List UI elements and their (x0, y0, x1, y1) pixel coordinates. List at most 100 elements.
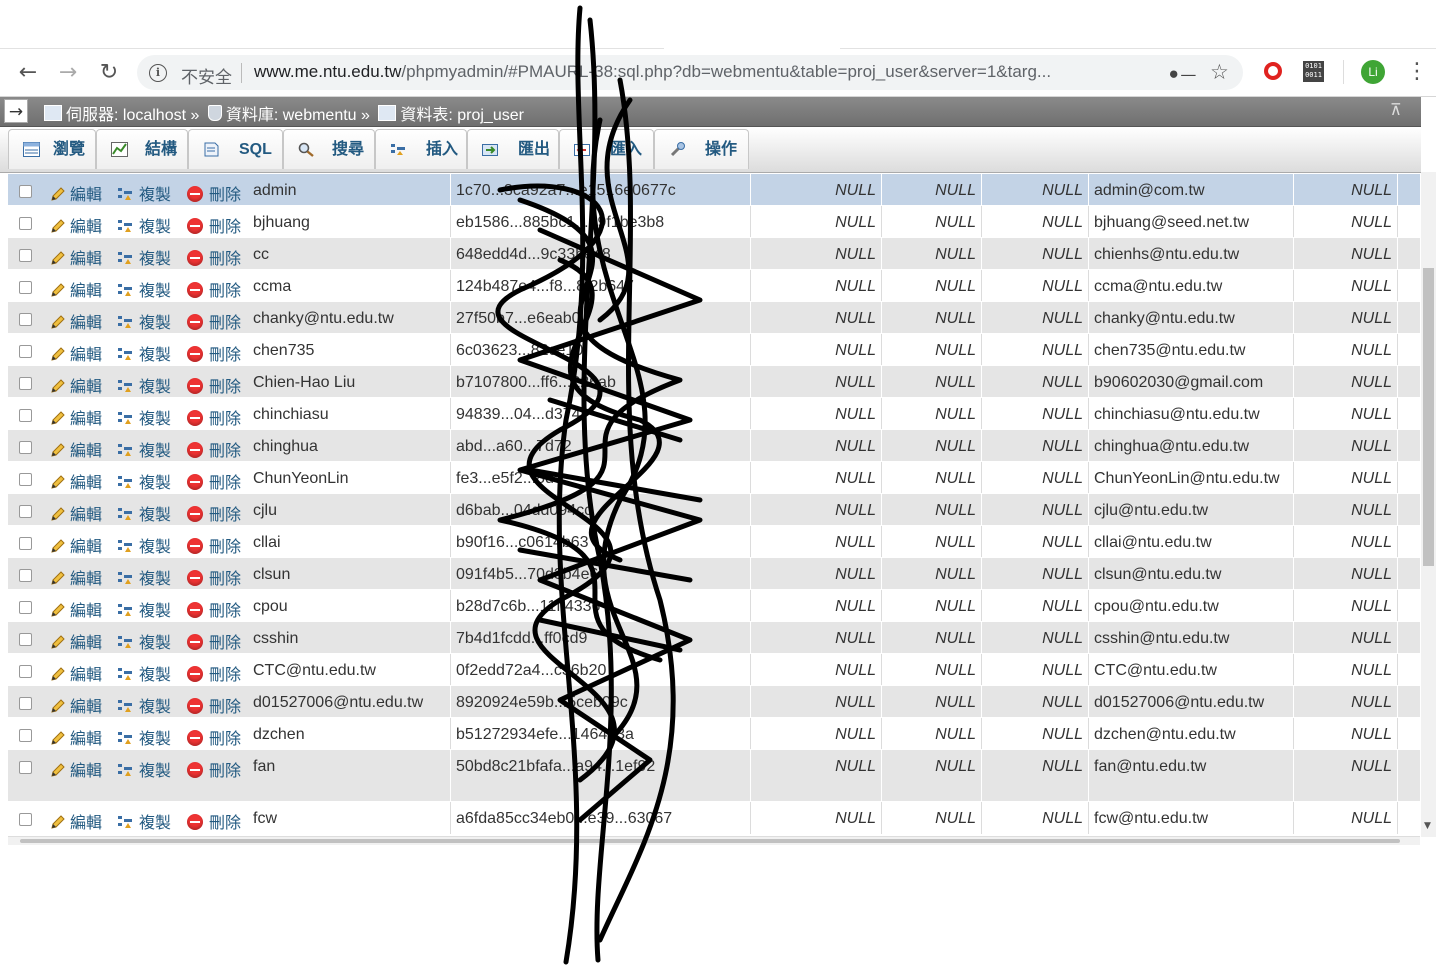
profile-avatar[interactable]: Li (1361, 60, 1385, 84)
email-cell[interactable]: b90602030@gmail.com (1089, 366, 1294, 398)
null-cell[interactable]: NULL (882, 270, 982, 302)
null-cell[interactable]: NULL (982, 750, 1089, 802)
null-cell[interactable]: NULL (1294, 494, 1398, 526)
null-cell[interactable]: NULL (751, 654, 882, 686)
null-cell[interactable]: NULL (751, 686, 882, 718)
copy-link[interactable]: 複製 (117, 405, 171, 429)
bookmark-star-icon[interactable]: ☆ (1210, 60, 1229, 84)
user-cell[interactable]: dzchen (248, 718, 451, 750)
null-cell[interactable]: NULL (1294, 334, 1398, 366)
null-cell[interactable]: NULL (882, 494, 982, 526)
null-cell[interactable]: NULL (751, 334, 882, 366)
row-checkbox[interactable] (19, 281, 32, 294)
null-cell[interactable]: NULL (982, 302, 1089, 334)
copy-link[interactable]: 複製 (117, 565, 171, 589)
tab-sql[interactable]: SQL (188, 129, 283, 169)
email-cell[interactable]: fcw@ntu.edu.tw (1089, 802, 1294, 834)
user-cell[interactable]: chanky@ntu.edu.tw (248, 302, 451, 334)
table-row[interactable]: 編輯 複製 刪除 chinchiasu 94839...04...d374 NULL NUL… (8, 397, 1420, 430)
user-cell[interactable]: clsun (248, 558, 451, 590)
copy-link[interactable]: 複製 (117, 213, 171, 237)
table-row[interactable]: 編輯 複製 刪除 cpou b28d7c6b...11ff4336 NULL NULL NUL… (8, 589, 1420, 622)
email-cell[interactable]: chinchiasu@ntu.edu.tw (1089, 398, 1294, 430)
hash-cell[interactable]: a6fda85cc34eb0...e39...63067 (451, 802, 751, 834)
table-row[interactable]: 編輯 複製 刪除 dzchen b51272934efe...1464d3a NULL NU… (8, 717, 1420, 750)
copy-link[interactable]: 複製 (117, 341, 171, 365)
hash-cell[interactable]: 648edd4d...9c33be48 (451, 238, 751, 270)
delete-link[interactable]: 刪除 (187, 277, 241, 301)
hash-cell[interactable]: abd...a60...7d72 (451, 430, 751, 462)
table-row[interactable]: 編輯 複製 刪除 cllai b90f16...c0614b63 NULL NULL NULL… (8, 525, 1420, 558)
null-cell[interactable]: NULL (1294, 430, 1398, 462)
user-cell[interactable]: chinghua (248, 430, 451, 462)
tab-export[interactable]: 匯出 (467, 129, 559, 169)
null-cell[interactable]: NULL (982, 462, 1089, 494)
null-cell[interactable]: NULL (751, 526, 882, 558)
table-row[interactable]: 編輯 複製 刪除 csshin 7b4d1fcdd...ff0cd9 NULL NULL NU… (8, 621, 1420, 654)
delete-link[interactable]: 刪除 (187, 469, 241, 493)
row-checkbox[interactable] (19, 345, 32, 358)
copy-link[interactable]: 複製 (117, 725, 171, 749)
row-checkbox[interactable] (19, 537, 32, 550)
null-cell[interactable]: NULL (751, 718, 882, 750)
null-cell[interactable]: NULL (882, 718, 982, 750)
tab-insert[interactable]: 插入 (375, 129, 467, 169)
null-cell[interactable]: NULL (982, 718, 1089, 750)
table-row[interactable]: 編輯 複製 刪除 fcw a6fda85cc34eb0...e39...63067 NUL… (8, 801, 1420, 834)
edit-link[interactable]: 編輯 (50, 501, 102, 525)
table-row[interactable]: 編輯 複製 刪除 cjlu d6bab...04dd094cc NULL NULL NULL c… (8, 493, 1420, 526)
edit-link[interactable]: 編輯 (50, 725, 102, 749)
hash-cell[interactable]: 27f50b7...e6eab0 (451, 302, 751, 334)
user-cell[interactable]: CTC@ntu.edu.tw (248, 654, 451, 686)
null-cell[interactable]: NULL (982, 270, 1089, 302)
edit-link[interactable]: 編輯 (50, 809, 102, 833)
delete-link[interactable]: 刪除 (187, 309, 241, 333)
email-cell[interactable]: cpou@ntu.edu.tw (1089, 590, 1294, 622)
edit-link[interactable]: 編輯 (50, 341, 102, 365)
null-cell[interactable]: NULL (982, 558, 1089, 590)
hash-cell[interactable]: 50bd8c21bfafa...a94...1ef92 (451, 750, 751, 802)
copy-link[interactable]: 複製 (117, 809, 171, 833)
hash-cell[interactable]: b7107800...ff6...226ab (451, 366, 751, 398)
row-checkbox[interactable] (19, 409, 32, 422)
user-cell[interactable]: cllai (248, 526, 451, 558)
null-cell[interactable]: NULL (751, 462, 882, 494)
user-cell[interactable]: fan (248, 750, 451, 802)
hash-cell[interactable]: 091f4b5...70d3b4e6 (451, 558, 751, 590)
null-cell[interactable]: NULL (751, 270, 882, 302)
delete-link[interactable]: 刪除 (187, 725, 241, 749)
null-cell[interactable]: NULL (1294, 238, 1398, 270)
row-checkbox[interactable] (19, 665, 32, 678)
table-row[interactable]: 編輯 複製 刪除 ChunYeonLin fe3...e5f2...8d NULL NULL… (8, 461, 1420, 494)
null-cell[interactable]: NULL (882, 398, 982, 430)
null-cell[interactable]: NULL (882, 558, 982, 590)
hash-cell[interactable]: d6bab...04dd094cc (451, 494, 751, 526)
null-cell[interactable]: NULL (1294, 302, 1398, 334)
table-row[interactable]: 編輯 複製 刪除 chanky@ntu.edu.tw 27f50b7...e6eab0 N… (8, 301, 1420, 334)
null-cell[interactable]: NULL (982, 398, 1089, 430)
edit-link[interactable]: 編輯 (50, 405, 102, 429)
null-cell[interactable]: NULL (751, 802, 882, 834)
null-cell[interactable]: NULL (1294, 802, 1398, 834)
table-row[interactable]: 編輯 複製 刪除 Chien-Hao Liu b7107800...ff6...226a… (8, 365, 1420, 398)
email-cell[interactable]: chen735@ntu.edu.tw (1089, 334, 1294, 366)
row-checkbox[interactable] (19, 505, 32, 518)
delete-link[interactable]: 刪除 (187, 437, 241, 461)
null-cell[interactable]: NULL (751, 750, 882, 802)
url-text[interactable]: www.me.ntu.edu.tw/phpmyadmin/#PMAURL-38:… (254, 62, 1051, 82)
row-checkbox[interactable] (19, 249, 32, 262)
user-cell[interactable]: ChunYeonLin (248, 462, 451, 494)
null-cell[interactable]: NULL (882, 526, 982, 558)
user-cell[interactable]: ccma (248, 270, 451, 302)
null-cell[interactable]: NULL (1294, 654, 1398, 686)
null-cell[interactable]: NULL (882, 206, 982, 238)
email-cell[interactable]: fan@ntu.edu.tw (1089, 750, 1294, 802)
null-cell[interactable]: NULL (751, 238, 882, 270)
null-cell[interactable]: NULL (982, 206, 1089, 238)
user-cell[interactable]: cjlu (248, 494, 451, 526)
null-cell[interactable]: NULL (982, 494, 1089, 526)
email-cell[interactable]: clsun@ntu.edu.tw (1089, 558, 1294, 590)
email-cell[interactable]: ChunYeonLin@ntu.edu.tw (1089, 462, 1294, 494)
hash-cell[interactable]: 0f2edd72a4...c36b20 (451, 654, 751, 686)
delete-link[interactable]: 刪除 (187, 565, 241, 589)
